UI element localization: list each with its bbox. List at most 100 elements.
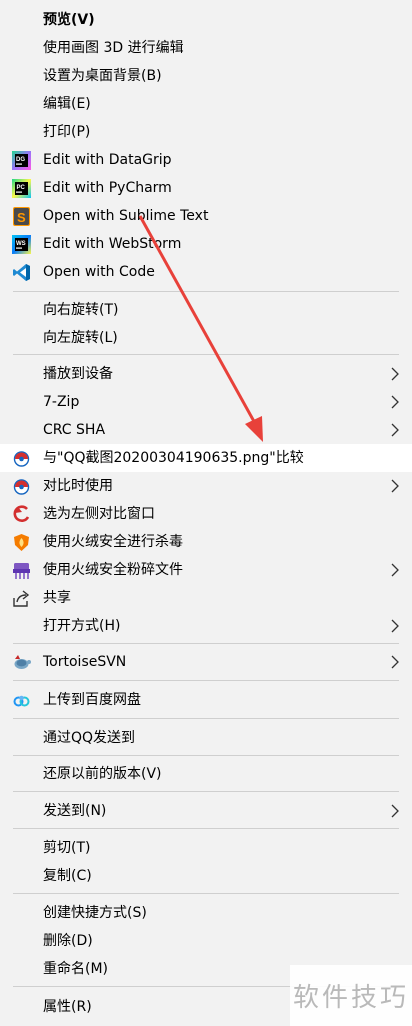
menu-item-edit-with-datagrip[interactable]: DG Edit with DataGrip — [0, 146, 412, 174]
menu-item-label: 属性(R) — [43, 999, 92, 1015]
menu-item-label: 设置为桌面背景(B) — [43, 68, 162, 84]
menu-item-label: 通过QQ发送到 — [43, 730, 136, 746]
chevron-right-icon — [391, 479, 399, 493]
menu-item-label: 重命名(M) — [43, 961, 109, 977]
menu-item-cut[interactable]: 剪切(T) — [0, 834, 412, 862]
menu-item-label: 向左旋转(L) — [43, 330, 118, 346]
chevron-right-icon — [391, 804, 399, 818]
menu-item-label: 向右旋转(T) — [43, 302, 119, 318]
webstorm-icon-text: WS — [16, 241, 26, 247]
menu-separator — [13, 643, 399, 644]
menu-separator — [13, 755, 399, 756]
sublime-icon-text: S — [17, 210, 26, 225]
menu-item-share[interactable]: 共享 — [0, 584, 412, 612]
datagrip-icon-text: DG — [16, 157, 25, 163]
huorong-shield-icon — [14, 534, 29, 551]
menu-item-label: Edit with WebStorm — [43, 236, 182, 252]
pycharm-icon: PC — [12, 179, 31, 198]
menu-item-label: 打开方式(H) — [43, 618, 121, 634]
tortoisesvn-icon — [14, 655, 31, 669]
chevron-right-icon — [391, 619, 399, 633]
menu-item-label: Edit with PyCharm — [43, 180, 172, 196]
menu-item-send-via-qq[interactable]: 通过QQ发送到 — [0, 724, 412, 752]
menu-item-copy[interactable]: 复制(C) — [0, 862, 412, 890]
menu-item-label: 对比时使用 — [43, 478, 113, 494]
menu-item-label: 共享 — [43, 590, 71, 606]
menu-item-huorong-shred[interactable]: 使用火绒安全粉碎文件 — [0, 556, 412, 584]
menu-item-label: 编辑(E) — [43, 96, 91, 112]
menu-item-edit-with-pycharm[interactable]: PC Edit with PyCharm — [0, 174, 412, 202]
menu-separator — [13, 354, 399, 355]
menu-item-restore-previous[interactable]: 还原以前的版本(V) — [0, 760, 412, 788]
menu-item-crc-sha[interactable]: CRC SHA — [0, 416, 412, 444]
menu-item-label: 使用画图 3D 进行编辑 — [43, 40, 184, 56]
datagrip-icon: DG — [12, 151, 31, 170]
chevron-right-icon — [391, 395, 399, 409]
menu-item-edit-with-webstorm[interactable]: WS Edit with WebStorm — [0, 230, 412, 258]
menu-item-label: CRC SHA — [43, 422, 106, 438]
menu-separator — [13, 828, 399, 829]
menu-item-label: 创建快捷方式(S) — [43, 905, 147, 921]
menu-item-label: Open with Code — [43, 264, 155, 280]
shredder-icon — [13, 563, 30, 579]
menu-item-label: 与"QQ截图20200304190635.png"比较 — [43, 450, 304, 466]
menu-item-label: 使用火绒安全粉碎文件 — [43, 562, 183, 578]
menu-item-compare-with[interactable]: 与"QQ截图20200304190635.png"比较 — [0, 444, 412, 472]
menu-item-label: 还原以前的版本(V) — [43, 766, 162, 782]
menu-item-label: 复制(C) — [43, 868, 92, 884]
menu-separator — [13, 893, 399, 894]
baidu-netdisk-icon — [13, 695, 30, 707]
pycharm-icon-text: PC — [17, 185, 26, 191]
menu-item-rotate-left[interactable]: 向左旋转(L) — [0, 324, 412, 352]
menu-item-label: 删除(D) — [43, 933, 93, 949]
chevron-right-icon — [391, 423, 399, 437]
menu-item-7zip[interactable]: 7-Zip — [0, 388, 412, 416]
menu-item-delete[interactable]: 删除(D) — [0, 927, 412, 955]
context-menu: 预览(V) 使用画图 3D 进行编辑 设置为桌面背景(B) 编辑(E) 打印(P… — [0, 0, 412, 1026]
menu-item-rotate-right[interactable]: 向右旋转(T) — [0, 296, 412, 324]
menu-item-label: Edit with DataGrip — [43, 152, 172, 168]
menu-item-label: TortoiseSVN — [43, 654, 127, 670]
menu-separator — [13, 791, 399, 792]
menu-separator — [13, 291, 399, 292]
menu-item-edit[interactable]: 编辑(E) — [0, 90, 412, 118]
menu-item-create-shortcut[interactable]: 创建快捷方式(S) — [0, 899, 412, 927]
menu-item-label: 预览(V) — [43, 12, 95, 28]
chevron-right-icon — [391, 655, 399, 669]
menu-separator — [13, 680, 399, 681]
menu-item-set-desktop-background[interactable]: 设置为桌面背景(B) — [0, 62, 412, 90]
menu-item-label: 使用火绒安全进行杀毒 — [43, 534, 183, 550]
menu-separator — [13, 718, 399, 719]
compare-icon — [13, 451, 30, 467]
chevron-right-icon — [391, 367, 399, 381]
menu-item-tortoisesvn[interactable]: TortoiseSVN — [0, 648, 412, 676]
sublime-text-icon: S — [13, 207, 30, 226]
menu-item-edit-paint3d[interactable]: 使用画图 3D 进行编辑 — [0, 34, 412, 62]
menu-item-label: 7-Zip — [43, 394, 80, 410]
menu-item-preview[interactable]: 预览(V) — [0, 6, 412, 34]
menu-item-open-with-code[interactable]: Open with Code — [0, 258, 412, 286]
webstorm-icon: WS — [12, 235, 31, 254]
menu-item-label: Open with Sublime Text — [43, 208, 209, 224]
watermark: 软件技巧 — [290, 965, 412, 1026]
menu-item-use-for-compare[interactable]: 对比时使用 — [0, 472, 412, 500]
menu-item-label: 发送到(N) — [43, 803, 107, 819]
menu-item-open-with-sublime[interactable]: S Open with Sublime Text — [0, 202, 412, 230]
vscode-icon — [13, 264, 30, 281]
menu-item-huorong-scan[interactable]: 使用火绒安全进行杀毒 — [0, 528, 412, 556]
compare-icon — [13, 479, 30, 495]
menu-item-label: 播放到设备 — [43, 366, 113, 382]
menu-item-label: 打印(P) — [43, 124, 91, 140]
menu-item-label: 剪切(T) — [43, 840, 91, 856]
menu-item-upload-baidu[interactable]: 上传到百度网盘 — [0, 686, 412, 714]
menu-item-label: 选为左侧对比窗口 — [43, 506, 155, 522]
menu-item-label: 上传到百度网盘 — [43, 692, 141, 708]
menu-item-cast-to-device[interactable]: 播放到设备 — [0, 360, 412, 388]
menu-item-open-with[interactable]: 打开方式(H) — [0, 612, 412, 640]
menu-item-print[interactable]: 打印(P) — [0, 118, 412, 146]
share-icon — [13, 590, 30, 607]
select-left-compare-icon — [13, 505, 30, 522]
chevron-right-icon — [391, 563, 399, 577]
menu-item-send-to[interactable]: 发送到(N) — [0, 797, 412, 825]
menu-item-select-left-compare[interactable]: 选为左侧对比窗口 — [0, 500, 412, 528]
